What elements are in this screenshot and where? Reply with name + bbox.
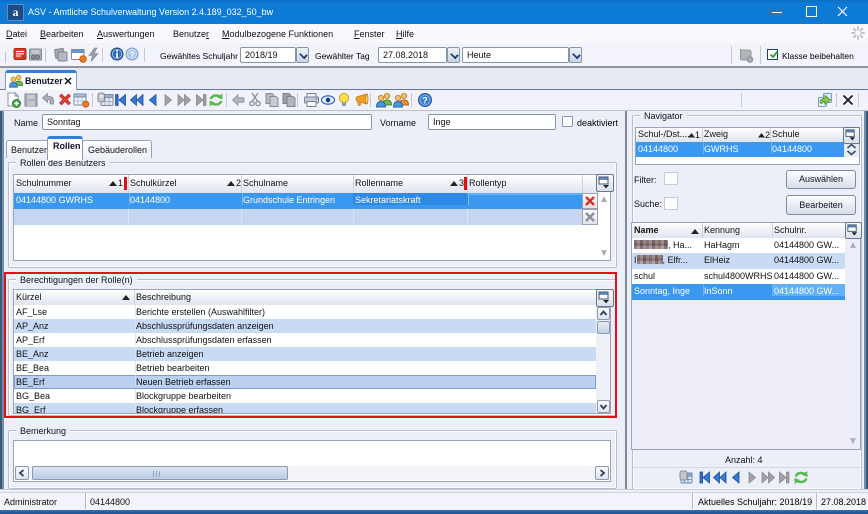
- svg-text:?: ?: [422, 96, 428, 106]
- svg-text:?: ?: [129, 49, 134, 59]
